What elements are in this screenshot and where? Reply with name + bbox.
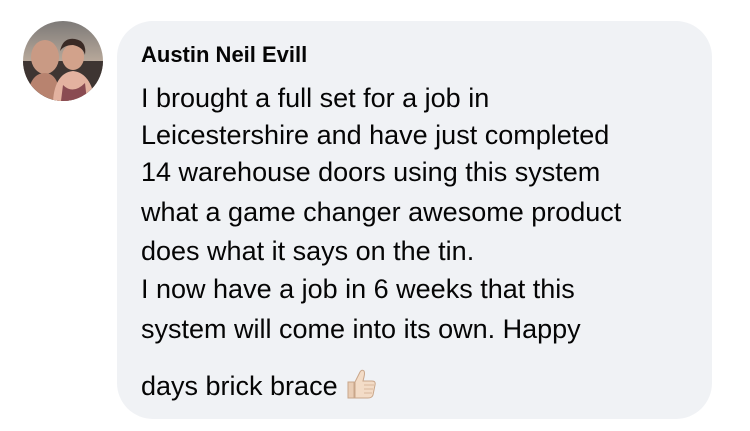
- profile-photo: [23, 21, 103, 101]
- comment-text-line: Leicestershire and have just completed: [141, 120, 610, 150]
- comment-text-line-last: days brick brace: [141, 367, 378, 408]
- thumbs-up-icon: [344, 367, 378, 408]
- avatar[interactable]: [23, 21, 103, 101]
- comment-text-line: does what it says on the tin.: [141, 236, 475, 266]
- comment-text-line: what a game changer awesome product: [141, 197, 622, 227]
- comment-text: days brick brace: [141, 371, 338, 401]
- comment-author[interactable]: Austin Neil Evill: [141, 42, 307, 68]
- comment-bubble: Austin Neil Evill I brought a full set f…: [117, 21, 712, 419]
- comment-text-line: I now have a job in 6 weeks that this: [141, 274, 575, 304]
- comment-text-line: system will come into its own. Happy: [141, 314, 581, 344]
- comment-text-line: 14 warehouse doors using this system: [141, 157, 601, 187]
- comment-text-line: I brought a full set for a job in: [141, 83, 490, 113]
